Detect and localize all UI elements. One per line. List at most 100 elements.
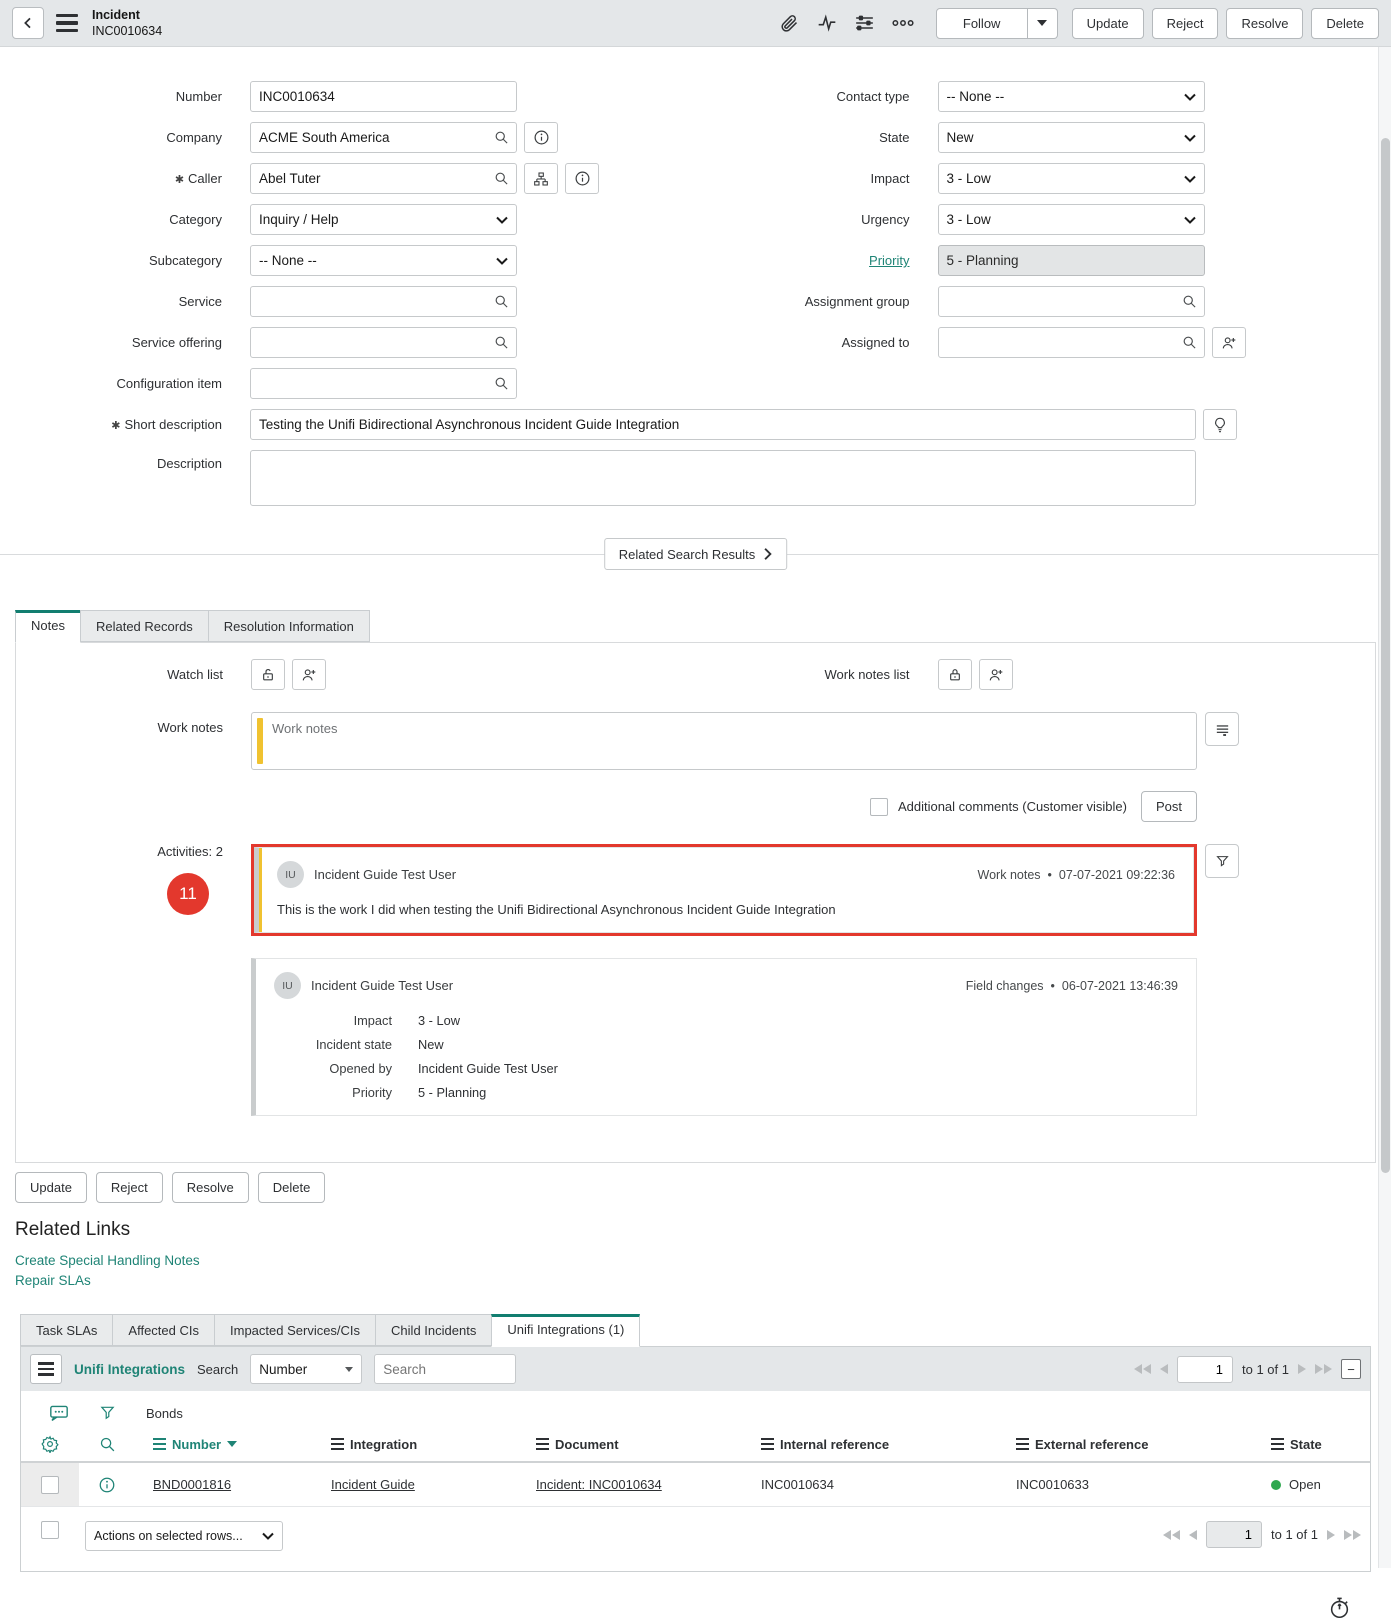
tab-resolution-information[interactable]: Resolution Information (208, 610, 370, 642)
company-search-icon[interactable] (494, 130, 509, 145)
first-page-icon[interactable] (1134, 1364, 1151, 1374)
follow-button[interactable]: Follow (936, 8, 1028, 39)
configuration-item-search-icon[interactable] (494, 376, 509, 391)
column-menu-icon[interactable] (331, 1438, 344, 1451)
create-special-handling-notes-link[interactable]: Create Special Handling Notes (15, 1251, 1391, 1271)
caller-hierarchy-button[interactable] (524, 163, 558, 194)
column-menu-icon[interactable] (153, 1438, 166, 1451)
contact-type-select[interactable]: -- None -- (938, 81, 1205, 112)
number-input[interactable] (250, 81, 517, 112)
column-header-state[interactable]: State (1253, 1437, 1370, 1452)
last-page-icon[interactable] (1315, 1364, 1332, 1374)
delete-button-header[interactable]: Delete (1311, 8, 1379, 39)
additional-comments-checkbox[interactable] (870, 798, 888, 816)
related-search-results-button[interactable]: Related Search Results (604, 538, 788, 570)
company-input[interactable] (251, 123, 516, 152)
list-menu-icon[interactable] (30, 1354, 62, 1384)
column-menu-icon[interactable] (1016, 1438, 1029, 1451)
assignment-group-input[interactable] (939, 287, 1204, 316)
tab-affected-cis[interactable]: Affected CIs (112, 1314, 215, 1346)
assigned-to-input[interactable] (939, 328, 1204, 357)
tab-related-records[interactable]: Related Records (80, 610, 209, 642)
back-button[interactable] (12, 7, 44, 39)
reject-button-footer[interactable]: Reject (96, 1172, 163, 1203)
service-offering-input[interactable] (251, 328, 516, 357)
next-page-icon[interactable] (1298, 1364, 1306, 1374)
tab-impacted-services-cis[interactable]: Impacted Services/CIs (214, 1314, 376, 1346)
service-offering-search-icon[interactable] (494, 335, 509, 350)
company-info-button[interactable] (524, 122, 558, 153)
search-field-select[interactable]: Number (250, 1354, 362, 1384)
document-link[interactable]: Incident: INC0010634 (518, 1477, 743, 1492)
column-menu-icon[interactable] (761, 1438, 774, 1451)
subcategory-select[interactable]: -- None -- (250, 245, 517, 276)
previous-page-icon[interactable] (1189, 1530, 1197, 1540)
repair-slas-link[interactable]: Repair SLAs (15, 1271, 1391, 1291)
tab-child-incidents[interactable]: Child Incidents (375, 1314, 492, 1346)
description-textarea[interactable] (250, 450, 1196, 506)
caller-input[interactable] (251, 164, 516, 193)
short-description-input[interactable] (250, 409, 1196, 440)
caller-info-button[interactable] (565, 163, 599, 194)
column-menu-icon[interactable] (1271, 1438, 1284, 1451)
row-info-icon[interactable] (79, 1476, 135, 1494)
more-options-icon[interactable] (888, 8, 918, 38)
work-notes-list-lock-icon[interactable] (938, 659, 972, 690)
page-number-input[interactable] (1177, 1356, 1233, 1383)
row-checkbox[interactable] (41, 1476, 59, 1494)
watch-list-unlock-icon[interactable] (251, 659, 285, 690)
first-page-icon[interactable] (1163, 1530, 1180, 1540)
reject-button-header[interactable]: Reject (1152, 8, 1219, 39)
tab-task-slas[interactable]: Task SLAs (20, 1314, 113, 1346)
column-header-number[interactable]: Number (135, 1436, 313, 1452)
column-menu-icon[interactable] (536, 1438, 549, 1451)
column-header-document[interactable]: Document (518, 1437, 743, 1452)
resolve-button-footer[interactable]: Resolve (172, 1172, 249, 1203)
activity-pulse-icon[interactable] (812, 8, 842, 38)
attachment-icon[interactable] (774, 8, 804, 38)
list-search-icon[interactable] (79, 1436, 135, 1453)
list-filter-icon[interactable] (99, 1404, 116, 1422)
service-input[interactable] (251, 287, 516, 316)
column-header-external-reference[interactable]: External reference (998, 1437, 1253, 1452)
page-number-input[interactable] (1206, 1521, 1262, 1548)
last-page-icon[interactable] (1344, 1530, 1361, 1540)
suggestion-lightbulb-button[interactable] (1203, 409, 1237, 440)
category-select[interactable]: Inquiry / Help (250, 204, 517, 235)
tab-unifi-integrations[interactable]: Unifi Integrations (1) (491, 1314, 640, 1347)
activity-stream-icon[interactable] (1205, 712, 1239, 746)
next-page-icon[interactable] (1327, 1530, 1335, 1540)
column-header-integration[interactable]: Integration (313, 1437, 518, 1452)
service-search-icon[interactable] (494, 294, 509, 309)
work-notes-textarea[interactable] (251, 712, 1197, 770)
scrollbar-thumb[interactable] (1381, 138, 1390, 1172)
resolve-button-header[interactable]: Resolve (1226, 8, 1303, 39)
caller-search-icon[interactable] (494, 171, 509, 186)
post-button[interactable]: Post (1141, 791, 1197, 822)
priority-link[interactable]: Priority (869, 253, 909, 268)
delete-button-footer[interactable]: Delete (258, 1172, 326, 1203)
follow-dropdown-button[interactable] (1028, 8, 1058, 39)
assignment-group-search-icon[interactable] (1182, 294, 1197, 309)
assign-to-me-button[interactable] (1212, 327, 1246, 358)
watch-list-add-person-icon[interactable] (292, 659, 326, 690)
update-button-footer[interactable]: Update (15, 1172, 87, 1203)
column-header-internal-reference[interactable]: Internal reference (743, 1437, 998, 1452)
actions-select[interactable]: Actions on selected rows... (85, 1521, 283, 1551)
update-button-header[interactable]: Update (1072, 8, 1144, 39)
tab-notes[interactable]: Notes (15, 610, 81, 643)
assigned-to-search-icon[interactable] (1182, 335, 1197, 350)
list-gear-icon[interactable] (21, 1435, 79, 1453)
collapse-list-icon[interactable]: − (1341, 1359, 1361, 1379)
select-all-checkbox[interactable] (41, 1521, 59, 1539)
previous-page-icon[interactable] (1160, 1364, 1168, 1374)
list-search-input[interactable] (374, 1354, 516, 1384)
work-notes-list-add-person-icon[interactable] (979, 659, 1013, 690)
bond-number-link[interactable]: BND0001816 (135, 1477, 313, 1492)
response-time-icon[interactable] (1328, 1596, 1351, 1620)
comments-icon[interactable] (49, 1404, 69, 1422)
state-select[interactable]: New (938, 122, 1205, 153)
configuration-item-input[interactable] (251, 369, 516, 398)
personalize-form-icon[interactable] (850, 8, 880, 38)
impact-select[interactable]: 3 - Low (938, 163, 1205, 194)
